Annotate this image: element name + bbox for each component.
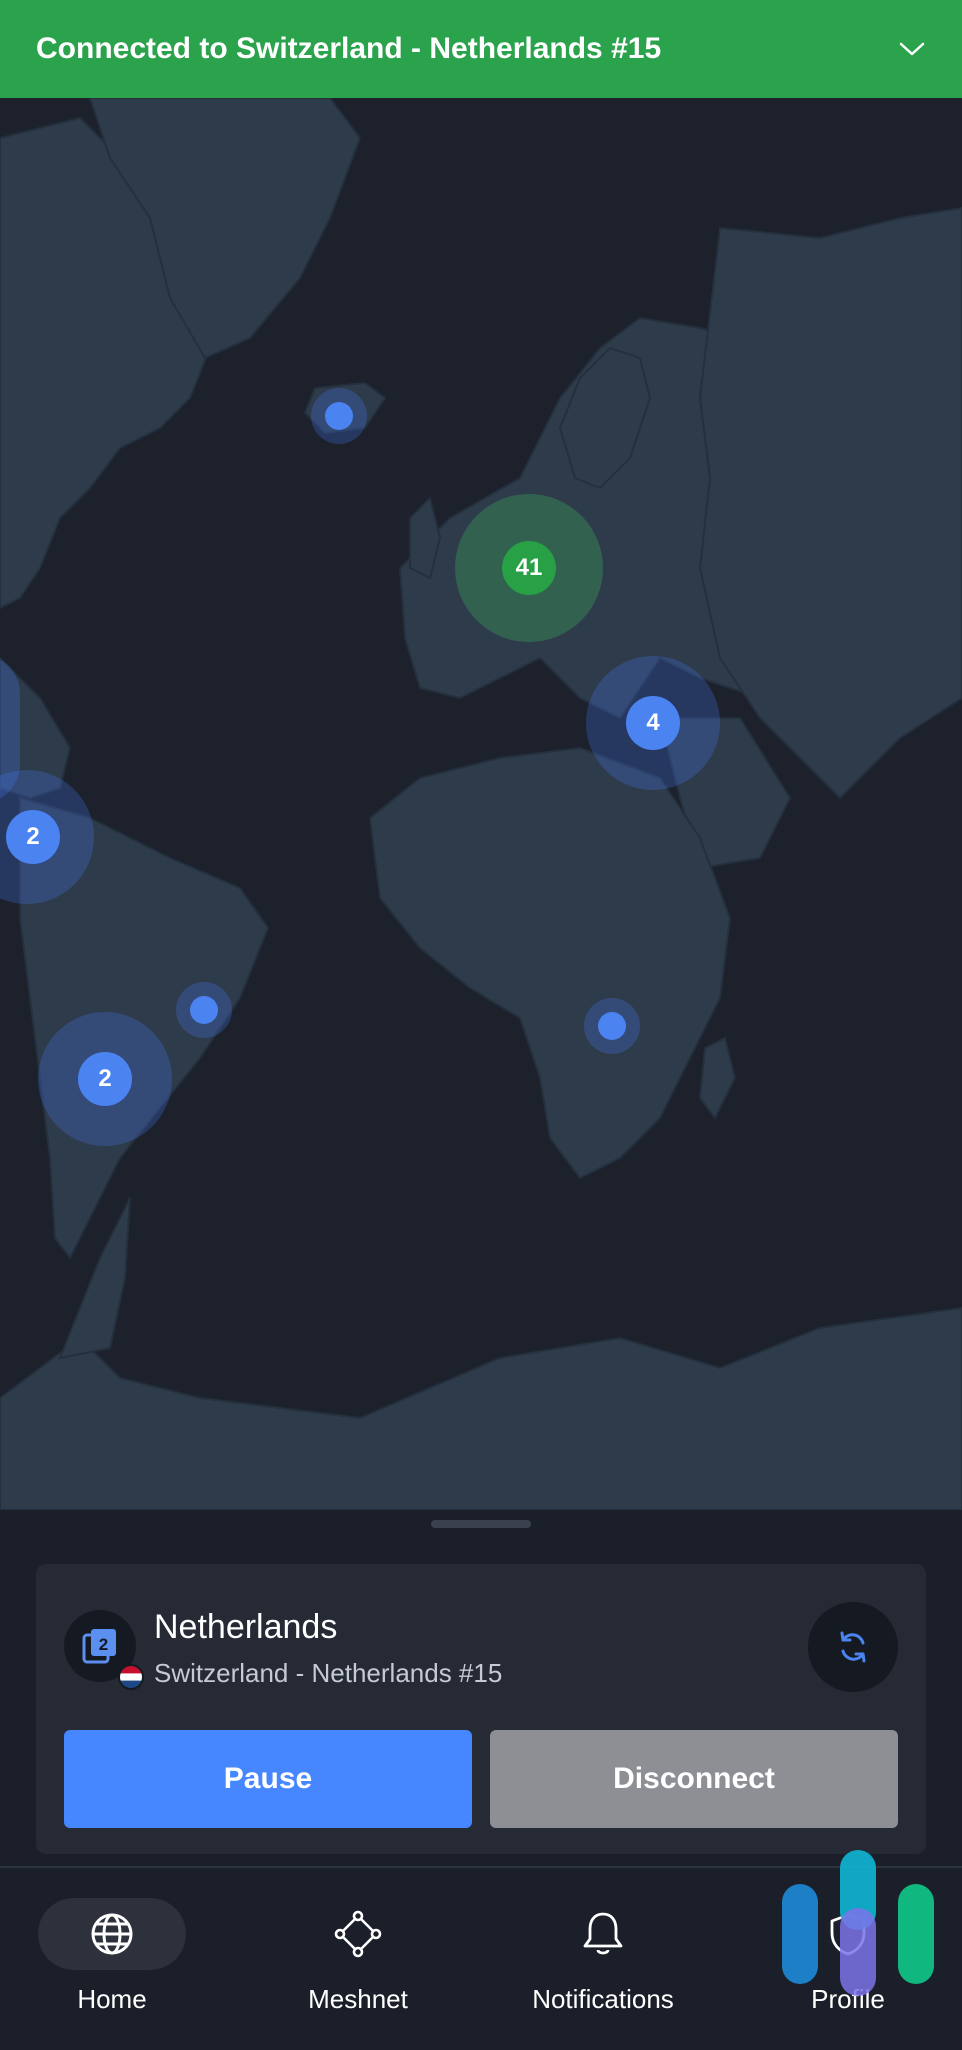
- map-landmasses: [0, 98, 962, 1510]
- pause-button[interactable]: Pause: [64, 1730, 472, 1828]
- server-marker[interactable]: [311, 388, 367, 444]
- nav-label-meshnet: Meshnet: [308, 1984, 408, 2014]
- connected-server-name: Switzerland - Netherlands #15: [154, 1658, 503, 1688]
- server-marker[interactable]: [584, 998, 640, 1054]
- watermark-logo-icon: [782, 1850, 934, 1996]
- server-dot: [598, 1012, 626, 1040]
- bell-icon: [529, 1898, 677, 1970]
- netherlands-flag-icon: [118, 1664, 144, 1690]
- cluster-marker[interactable]: 2: [38, 1012, 172, 1146]
- refresh-icon[interactable]: [808, 1602, 898, 1692]
- cluster-count: 4: [626, 696, 680, 750]
- nav-item-home[interactable]: Home: [12, 1898, 212, 2015]
- server-dot: [325, 402, 353, 430]
- nav-item-notifications[interactable]: Notifications: [503, 1898, 703, 2015]
- globe-icon: [38, 1898, 186, 1970]
- meshnet-icon: [284, 1898, 432, 1970]
- nav-label-notifications: Notifications: [532, 1984, 674, 2014]
- cluster-count: 2: [6, 810, 60, 864]
- sheet-drag-handle[interactable]: [431, 1520, 531, 1528]
- cluster-count: 41: [502, 541, 556, 595]
- connection-card: 2 Netherlands Switzerland - Netherlands …: [36, 1564, 926, 1854]
- connection-status-banner[interactable]: Connected to Switzerland - Netherlands #…: [0, 0, 962, 98]
- server-marker[interactable]: [176, 982, 232, 1038]
- cluster-count: 2: [78, 1052, 132, 1106]
- nav-item-meshnet[interactable]: Meshnet: [258, 1898, 458, 2015]
- connection-status-title: Connected to Switzerland - Netherlands #…: [36, 32, 662, 65]
- connected-cluster-marker[interactable]: 41: [455, 494, 603, 642]
- disconnect-button[interactable]: Disconnect: [490, 1730, 898, 1828]
- connected-country: Netherlands: [154, 1608, 338, 1646]
- server-dot: [190, 996, 218, 1024]
- world-map[interactable]: 41 4 2 2: [0, 98, 962, 1510]
- svg-text:2: 2: [99, 1635, 108, 1654]
- cluster-marker[interactable]: 4: [586, 656, 720, 790]
- chevron-down-icon[interactable]: [898, 35, 926, 63]
- connection-sheet: 2 Netherlands Switzerland - Netherlands …: [0, 1510, 962, 1865]
- nav-label-home: Home: [77, 1984, 147, 2014]
